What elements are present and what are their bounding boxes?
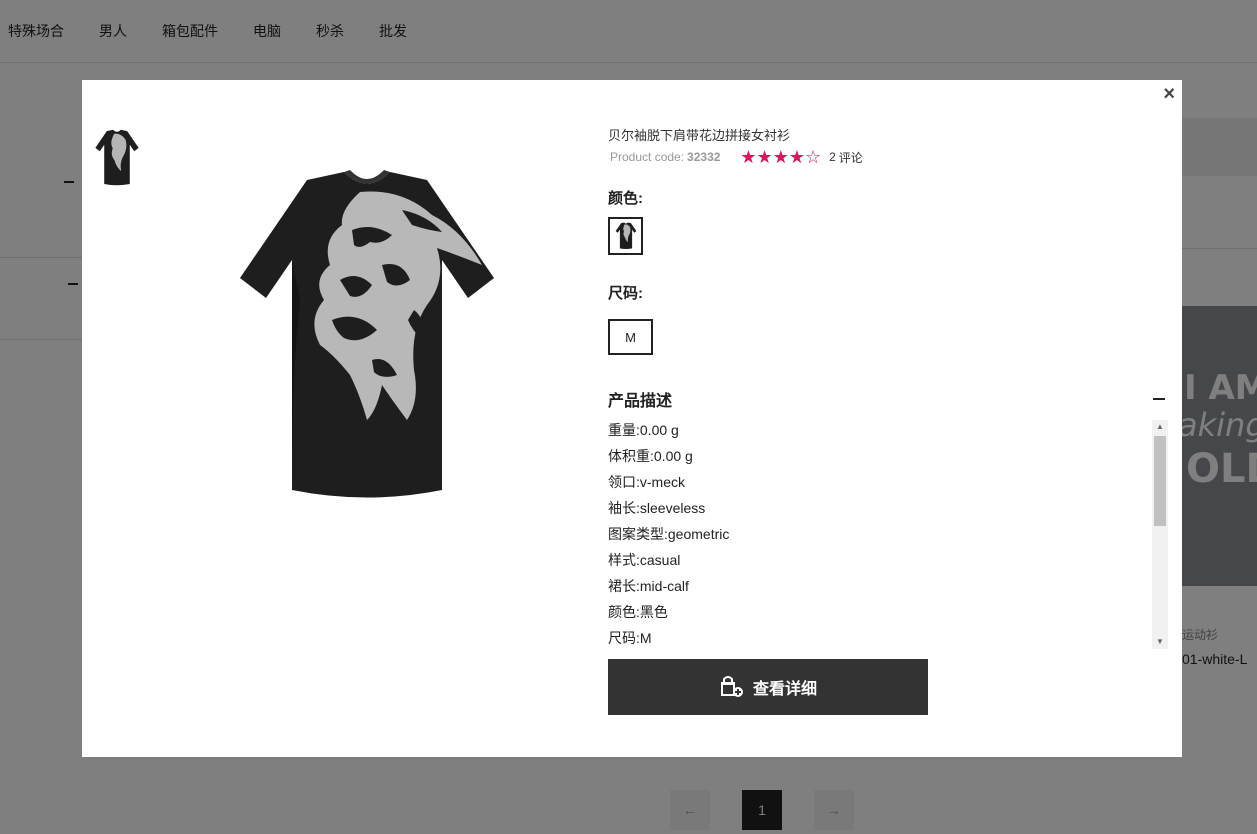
description-key: 样式: (608, 552, 640, 568)
description-key: 领口: (608, 474, 640, 490)
description-item: 重量:0.00 g (608, 417, 1168, 443)
view-details-label: 查看详细 (752, 681, 817, 698)
description-item: 袖长:sleeveless (608, 495, 1168, 521)
description-list[interactable]: 重量:0.00 g 体积重:0.00 g 领口:v-meck 袖长:sleeve… (608, 417, 1168, 649)
description-key: 袖长: (608, 500, 640, 516)
product-meta: Product code: 32332 ★★★★☆ 2 评论 (610, 148, 863, 166)
product-title: 贝尔袖脱下肩带花边拼接女衬衫 (608, 128, 791, 143)
product-code-label: Product code: (610, 150, 685, 164)
product-code-value: 32332 (687, 150, 721, 164)
description-header[interactable]: 产品描述 (608, 387, 1168, 411)
size-label: 尺码: (608, 285, 643, 302)
color-label: 颜色: (608, 190, 643, 207)
description-item: 体积重:0.00 g (608, 443, 1168, 469)
review-label[interactable]: 评论 (839, 149, 863, 166)
size-option-m[interactable]: M (608, 319, 653, 355)
product-main-image[interactable] (232, 170, 502, 505)
description-item: 领口:v-meck (608, 469, 1168, 495)
scroll-down-icon[interactable]: ▼ (1152, 635, 1168, 649)
description-value: 0.00 g (639, 422, 679, 438)
scrollbar-thumb[interactable] (1154, 436, 1166, 526)
description-key: 图案类型: (608, 526, 668, 542)
view-details-button[interactable]: 查看详细 (608, 659, 928, 715)
description-value: v-meck (639, 474, 686, 490)
rating-stars: ★★★★☆ (740, 147, 822, 167)
description-item: 尺码:M (608, 625, 1168, 649)
description-item: 颜色:黑色 (608, 599, 1168, 625)
description-item: 图案类型:geometric (608, 521, 1168, 547)
description-value: geometric (667, 526, 730, 542)
description-value: 黑色 (639, 604, 668, 620)
description-key: 重量: (608, 422, 640, 438)
product-info-panel: 贝尔袖脱下肩带花边拼接女衬衫 Product code: 32332 ★★★★☆… (608, 80, 1168, 757)
scroll-up-icon[interactable]: ▲ (1152, 420, 1168, 434)
description-item: 样式:casual (608, 547, 1168, 573)
review-count[interactable]: 2 (829, 150, 836, 164)
color-swatch-black[interactable] (608, 217, 643, 255)
product-thumbnail[interactable] (92, 127, 142, 189)
description-value: M (639, 630, 652, 646)
description-item: 裙长:mid-calf (608, 573, 1168, 599)
description-title: 产品描述 (608, 393, 673, 410)
description-key: 颜色: (608, 604, 640, 620)
shopping-bag-icon (720, 676, 743, 697)
description-key: 尺码: (608, 630, 640, 646)
tshirt-thumbnail-image (95, 129, 139, 186)
description-key: 裙长: (608, 578, 640, 594)
description-value: mid-calf (639, 578, 689, 594)
description-scrollbar[interactable]: ▲ ▼ (1152, 420, 1168, 649)
quick-view-modal: × 贝尔袖脱下肩带花边拼接女衬衫 Product code: 32332 ★★★… (82, 80, 1182, 757)
description-key: 体积重: (608, 448, 654, 464)
description-value: casual (639, 552, 681, 568)
description-value: 0.00 g (653, 448, 693, 464)
minus-icon[interactable] (1153, 398, 1165, 400)
description-value: sleeveless (639, 500, 706, 516)
tshirt-swatch-image (615, 222, 636, 250)
tshirt-image (240, 170, 494, 498)
